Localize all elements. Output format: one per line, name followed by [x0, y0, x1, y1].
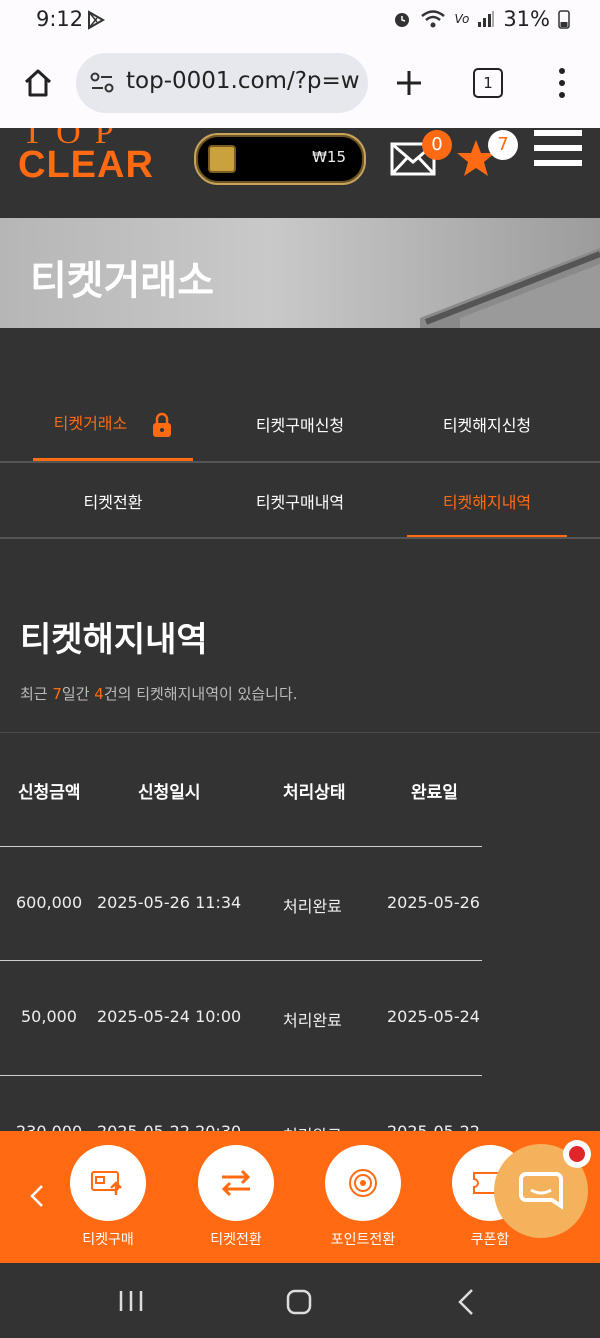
chat-bubble-icon — [519, 1172, 563, 1210]
site-settings-icon[interactable] — [90, 72, 114, 94]
new-tab-icon[interactable] — [394, 68, 424, 98]
ticket-convert-button[interactable] — [198, 1145, 274, 1221]
cell-request-date: 2025-05-26 11:34 — [97, 893, 242, 912]
cell-amount: 230,000 — [16, 1122, 82, 1131]
header-status: 처리상태 — [283, 783, 346, 803]
play-store-icon — [88, 10, 106, 30]
status-indicators: Vo 31% — [392, 7, 570, 31]
ticket-buy-label: 티켓구매 — [82, 1232, 134, 1248]
tab-ticket-conversion[interactable]: 티켓전환 — [33, 489, 193, 513]
table-row: 600,000 2025-05-26 11:34 처리완료 2025-05-26 — [0, 847, 482, 960]
tab-purchase-request[interactable]: 티켓구매신청 — [220, 412, 380, 436]
alarm-icon — [395, 13, 410, 27]
gem-icon — [208, 145, 236, 173]
header-complete-date: 완료일 — [411, 783, 458, 803]
summary-count: 4 — [94, 685, 104, 703]
status-time: 9:12 — [36, 7, 84, 31]
battery-percent: 31% — [503, 7, 550, 31]
tab-cancel-history[interactable]: 티켓해지내역 — [407, 489, 567, 513]
section-title: 티켓해지내역 — [20, 620, 208, 660]
address-bar[interactable]: top-0001.com/?p=w — [76, 53, 368, 113]
site-logo[interactable]: TOP CLEAR — [0, 128, 180, 218]
logo-clear-text: CLEAR — [18, 144, 154, 186]
table-row: 50,000 2025-05-24 10:00 처리완료 2025-05-24 — [0, 961, 482, 1074]
tab-cancel-request[interactable]: 티켓해지신청 — [407, 412, 567, 436]
browser-toolbar: top-0001.com/?p=w 1 — [0, 40, 600, 128]
wifi-icon — [421, 10, 446, 28]
tab-switcher-button[interactable]: 1 — [473, 68, 503, 98]
status-bar: 9:12 Vo 31% — [0, 0, 600, 40]
system-nav-bar — [0, 1263, 600, 1338]
cell-amount: 600,000 — [16, 893, 83, 912]
record-dot-icon — [569, 1146, 585, 1162]
summary-days: 7 — [52, 685, 62, 703]
tab-purchase-history[interactable]: 티켓구매내역 — [220, 489, 380, 513]
home-nav-icon[interactable] — [286, 1289, 312, 1315]
cell-request-date: 2025-05-24 10:00 — [97, 1007, 242, 1026]
tab-divider-2 — [0, 537, 600, 539]
ticket-buy-button[interactable] — [70, 1145, 146, 1221]
cell-status: 처리완료 — [283, 1011, 342, 1030]
page-banner: 티켓거래소 — [0, 218, 600, 328]
back-nav-icon[interactable] — [456, 1288, 476, 1316]
cell-status: 처리완료 — [283, 1122, 342, 1131]
cell-status: 처리완료 — [283, 897, 342, 916]
balance-display[interactable]: ₩15 — [194, 133, 366, 185]
star-count-badge: 7 — [488, 130, 518, 160]
home-icon[interactable] — [22, 67, 54, 99]
tab-divider — [0, 461, 600, 463]
ticket-convert-label: 티켓전환 — [210, 1232, 262, 1248]
record-indicator — [563, 1140, 591, 1168]
cell-complete-date: 2025-05-22 — [387, 1122, 480, 1131]
more-vert-icon[interactable] — [552, 66, 572, 100]
tab-label: 티켓거래소 — [53, 414, 128, 433]
site-header: TOP CLEAR ₩15 0 7 — [0, 128, 600, 218]
signal-icon — [478, 11, 495, 27]
history-summary: 최근 7일간 4건의 티켓해지내역이 있습니다. — [20, 685, 298, 703]
table-top-divider — [0, 732, 600, 733]
volte-icon: Vo — [454, 12, 470, 26]
balance-amount: ₩15 — [312, 148, 346, 166]
cell-request-date: 2025-05-22 20:30 — [97, 1122, 241, 1131]
recent-apps-icon[interactable] — [118, 1289, 144, 1313]
exchange-arrows-icon — [221, 1169, 251, 1197]
ticket-buy-icon — [91, 1171, 122, 1195]
hamburger-menu-icon[interactable] — [534, 130, 582, 166]
cell-complete-date: 2025-05-24 — [387, 1007, 480, 1026]
header-request-date: 신청일시 — [138, 783, 201, 803]
coins-icon — [349, 1169, 377, 1197]
table-row: 230,000 2025-05-22 20:30 처리완료 2025-05-22 — [0, 1076, 482, 1131]
tab-ticket-exchange[interactable]: 티켓거래소 — [33, 410, 193, 438]
banner-title: 티켓거래소 — [30, 258, 214, 304]
mail-count-badge: 0 — [422, 130, 452, 160]
banner-decoration — [420, 248, 600, 328]
point-convert-button[interactable] — [325, 1145, 401, 1221]
lock-icon — [153, 412, 172, 437]
header-amount: 신청금액 — [18, 783, 81, 803]
battery-icon — [558, 10, 570, 29]
cell-amount: 50,000 — [21, 1007, 77, 1026]
chevron-left-icon[interactable] — [28, 1183, 46, 1209]
cell-complete-date: 2025-05-26 — [387, 893, 480, 912]
point-convert-label: 포인트전환 — [330, 1232, 396, 1248]
url-text: top-0001.com/?p=w — [126, 68, 360, 94]
